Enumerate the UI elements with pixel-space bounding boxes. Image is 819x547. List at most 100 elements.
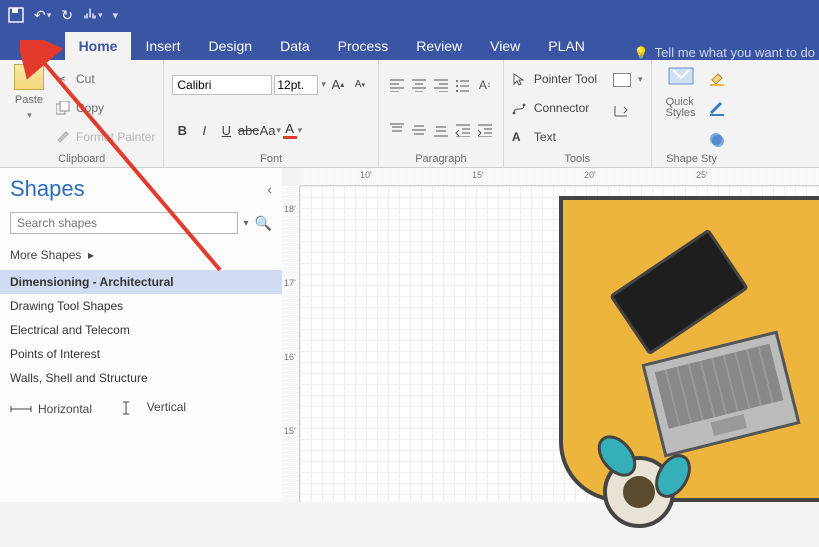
chevron-down-icon: ▾: [27, 110, 32, 121]
more-shapes-label: More Shapes: [10, 248, 81, 262]
group-clipboard: Paste ▾ ✂Cut Copy Format Painter Clipboa…: [0, 60, 164, 167]
stencil-walls[interactable]: Walls, Shell and Structure: [10, 366, 272, 390]
stencil-drawing-tool[interactable]: Drawing Tool Shapes: [10, 294, 272, 318]
connector-icon: [512, 101, 528, 115]
tell-me-label: Tell me what you want to do: [655, 45, 815, 60]
align-bottom-button[interactable]: [431, 121, 451, 139]
effects-button[interactable]: [708, 131, 724, 145]
group-paragraph: A↕ Paragraph: [379, 60, 504, 167]
shape-horizontal-label: Horizontal: [38, 402, 92, 416]
shape-horizontal[interactable]: Horizontal: [10, 402, 92, 416]
tab-insert[interactable]: Insert: [131, 32, 194, 60]
bullets-button[interactable]: [453, 76, 473, 94]
stencil-dimensioning[interactable]: Dimensioning - Architectural: [0, 270, 282, 294]
tab-process[interactable]: Process: [324, 32, 403, 60]
format-painter-button[interactable]: Format Painter: [56, 126, 155, 148]
copy-icon: [56, 101, 72, 115]
align-center-button[interactable]: [409, 76, 429, 94]
chevron-down-icon[interactable]: ▾: [321, 79, 326, 90]
search-filter-dropdown[interactable]: ▾: [244, 218, 249, 229]
search-shapes-input[interactable]: [10, 212, 238, 234]
line-color-button[interactable]: [708, 100, 724, 114]
qat-customize-icon[interactable]: ▾: [113, 9, 119, 22]
underline-button[interactable]: U: [216, 120, 236, 140]
chevron-down-icon[interactable]: ▾: [638, 74, 643, 85]
ruler-tick: 17': [284, 278, 296, 288]
person-shape[interactable]: [579, 422, 699, 542]
group-shape-styles: Quick Styles Shape Sty: [652, 60, 732, 167]
shapes-pane-title: Shapes: [10, 176, 85, 202]
shape-styles-group-label: Shape Sty: [660, 153, 724, 165]
ruler-tick: 25': [696, 170, 708, 180]
lightbulb-icon: 💡: [634, 46, 649, 60]
change-case-button[interactable]: Aa▾: [260, 120, 280, 140]
stencil-poi[interactable]: Points of Interest: [10, 342, 272, 366]
tab-design[interactable]: Design: [194, 32, 266, 60]
font-size-input[interactable]: [274, 75, 318, 95]
tab-file[interactable]: File: [14, 32, 65, 60]
decrease-indent-button[interactable]: [453, 121, 473, 139]
pointer-tool-button[interactable]: Pointer Tool: [512, 68, 597, 90]
save-icon[interactable]: [8, 7, 24, 23]
drawing-canvas[interactable]: 10' 15' 20' 25' 18' 17' 16' 15': [282, 168, 819, 502]
connector-button[interactable]: Connector: [512, 97, 597, 119]
collapse-pane-button[interactable]: ‹: [267, 181, 272, 197]
text-direction-button[interactable]: A↕: [475, 76, 495, 94]
tab-review[interactable]: Review: [402, 32, 476, 60]
floor-plan-drawing[interactable]: [559, 196, 819, 502]
tab-home[interactable]: Home: [65, 32, 132, 60]
xy-dimension-icon[interactable]: [613, 104, 629, 118]
rectangle-tool-button[interactable]: [613, 73, 631, 87]
align-right-button[interactable]: [431, 76, 451, 94]
copy-button[interactable]: Copy: [56, 97, 155, 119]
italic-button[interactable]: I: [194, 120, 214, 140]
align-middle-button[interactable]: [409, 121, 429, 139]
font-color-button[interactable]: A▾: [282, 120, 302, 140]
workspace: Shapes ‹ ▾ 🔍 More Shapes ▸ Dimensioning …: [0, 168, 819, 502]
group-font: ▾ A▴ A▾ B I U abc Aa▾ A▾ Font: [164, 60, 379, 167]
copy-label: Copy: [76, 101, 104, 115]
tab-plan[interactable]: PLAN: [534, 32, 599, 60]
quick-styles-label: Quick Styles: [666, 97, 696, 119]
brush-icon: [56, 130, 72, 144]
undo-icon[interactable]: ↶▾: [34, 7, 51, 24]
quick-access-toolbar: ↶▾ ↻ ▾ ▾: [0, 0, 819, 30]
connector-label: Connector: [534, 101, 589, 115]
ruler-tick: 10': [360, 170, 372, 180]
shape-vertical[interactable]: Vertical: [119, 400, 186, 414]
align-top-button[interactable]: [387, 121, 407, 139]
tab-view[interactable]: View: [476, 32, 534, 60]
ruler-tick: 18': [284, 204, 296, 214]
more-shapes-button[interactable]: More Shapes ▸: [10, 248, 272, 262]
shapes-pane: Shapes ‹ ▾ 🔍 More Shapes ▸ Dimensioning …: [0, 168, 282, 502]
search-icon[interactable]: 🔍: [255, 215, 272, 232]
paste-button[interactable]: Paste ▾: [8, 64, 50, 151]
strikethrough-button[interactable]: abc: [238, 120, 258, 140]
horizontal-ruler: 10' 15' 20' 25': [300, 168, 819, 186]
bold-button[interactable]: B: [172, 120, 192, 140]
font-name-input[interactable]: [172, 75, 272, 95]
font-group-label: Font: [172, 153, 370, 165]
paragraph-group-label: Paragraph: [387, 153, 495, 165]
text-tool-button[interactable]: AText: [512, 126, 597, 148]
clipboard-group-label: Clipboard: [8, 153, 155, 165]
ribbon: Paste ▾ ✂Cut Copy Format Painter Clipboa…: [0, 60, 819, 168]
shape-vertical-label: Vertical: [147, 400, 186, 414]
cut-button[interactable]: ✂Cut: [56, 68, 155, 90]
grow-font-button[interactable]: A▴: [328, 75, 348, 95]
tab-data[interactable]: Data: [266, 32, 324, 60]
fill-color-button[interactable]: [708, 70, 724, 84]
stencil-electrical[interactable]: Electrical and Telecom: [10, 318, 272, 342]
horizontal-dim-icon: [10, 403, 32, 415]
align-left-button[interactable]: [387, 76, 407, 94]
quick-styles-button[interactable]: Quick Styles: [660, 64, 702, 151]
increase-indent-button[interactable]: [475, 121, 495, 139]
redo-icon[interactable]: ↻: [61, 7, 73, 24]
touch-mode-icon[interactable]: ▾: [83, 7, 103, 23]
drawing-page[interactable]: [300, 186, 819, 502]
group-tools: Pointer Tool Connector AText ▾ Tools: [504, 60, 652, 167]
tell-me-search[interactable]: 💡 Tell me what you want to do: [634, 45, 819, 60]
keyboard-icon: [655, 344, 784, 429]
shrink-font-button[interactable]: A▾: [350, 75, 370, 95]
paste-icon: [14, 64, 44, 90]
